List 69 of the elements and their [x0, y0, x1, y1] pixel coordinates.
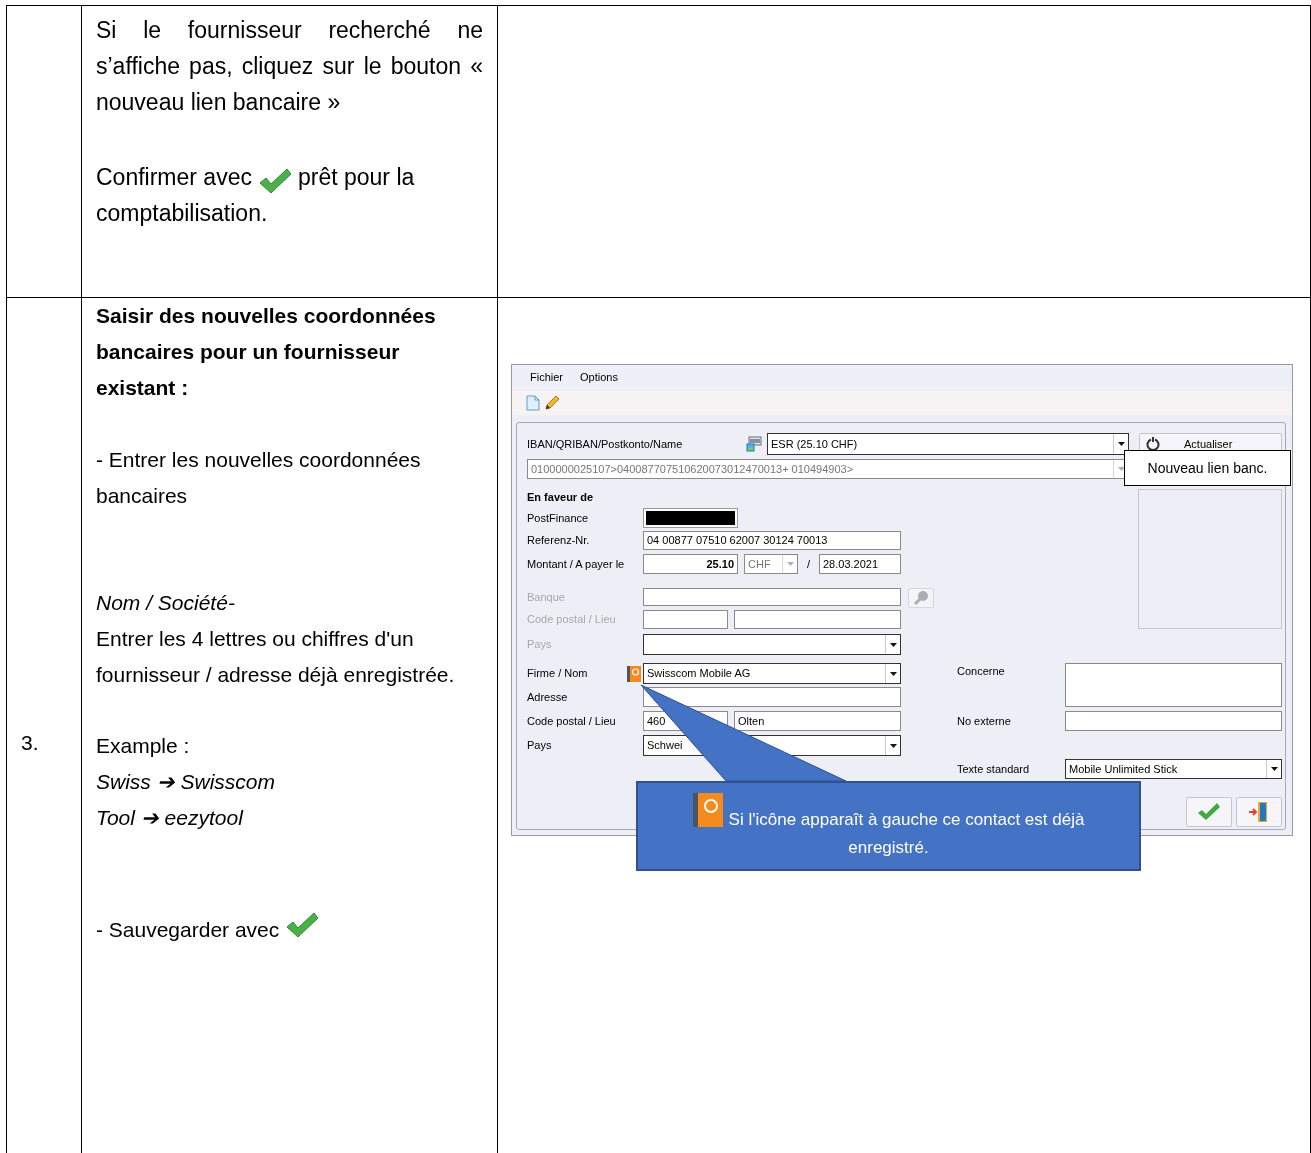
dropdown-field[interactable]: [643, 634, 901, 655]
instruction-text: - Sauvegarder avec: [96, 918, 281, 941]
exit-button[interactable]: [1236, 797, 1282, 827]
instruction-text: Entrer les 4 lettres ou chiffres d'un fournisseur / adresse déjà enregistrée.: [96, 626, 456, 688]
section-title: En faveur de: [527, 489, 595, 505]
callout-text: Si l'icône apparaît à gauche ce contact est déjà enregistré.: [728, 810, 1085, 857]
field-label: Pays: [527, 738, 553, 753]
field-label-text: Nom / Société-: [96, 590, 236, 616]
search-icon: [913, 590, 929, 606]
instruction-text: prêt pour la: [297, 163, 415, 192]
confirm-button[interactable]: [1186, 797, 1232, 827]
input-field[interactable]: Olten: [734, 711, 901, 731]
separator-text: /: [805, 558, 812, 570]
step-number: 3.: [21, 729, 39, 756]
caret-icon: [889, 743, 897, 748]
input-field[interactable]: [643, 588, 901, 606]
check-icon: [285, 911, 320, 939]
field-label: IBAN/QRIBAN/Postkonto/Name: [527, 438, 684, 450]
field-label: PostFinance: [527, 510, 590, 526]
step-heading: Saisir des nouvelles coordonnées bancaires pour un fournisseur existant :: [96, 303, 437, 401]
check-icon: [1197, 802, 1221, 822]
caret-icon: [889, 671, 897, 676]
door-icon: [1248, 801, 1270, 823]
caret-icon: [1270, 767, 1278, 771]
field-label: Pays: [527, 637, 553, 652]
caret-icon: [889, 642, 897, 647]
field-label: Adresse: [527, 689, 569, 705]
dropdown-field[interactable]: ESR (25.10 CHF): [767, 433, 1129, 455]
instruction-text: comptabilisation.: [96, 199, 268, 228]
input-field[interactable]: 04 00877 07510 62007 30124 70013: [643, 531, 901, 550]
tooltip: Nouveau lien banc.: [1124, 450, 1291, 486]
field-label: Montant / A payer le: [527, 556, 626, 572]
contact-book-icon: [627, 665, 641, 682]
field-label: Code postal / Lieu: [527, 713, 617, 729]
field-label: Banque: [527, 589, 566, 605]
input-field[interactable]: [1065, 711, 1282, 731]
field-label: Code postal / Lieu: [527, 612, 617, 627]
example-text: Tool ➔ eezytool: [96, 805, 245, 831]
instruction-text: Si le fournisseur recherché ne s’affiche pas, cliquez sur le bouton « nouveau lien bancaire »: [96, 16, 483, 117]
caret-icon: [1117, 442, 1125, 446]
menu-item[interactable]: Fichier: [530, 371, 563, 383]
document-icon: [526, 395, 540, 411]
caret-icon: [786, 562, 794, 566]
field-label: Firme / Nom: [527, 668, 588, 679]
example-label: Example :: [96, 733, 191, 759]
currency-dropdown[interactable]: CHF: [744, 554, 798, 574]
refresh-icon: [1146, 437, 1160, 451]
field-label: Concerne: [957, 664, 1006, 679]
field-label: Referenz-Nr.: [527, 533, 591, 548]
input-field[interactable]: [643, 687, 901, 707]
contact-book-icon: [692, 793, 723, 827]
amount-field[interactable]: 25.10: [643, 554, 738, 574]
search-button[interactable]: [908, 588, 934, 608]
input-field[interactable]: [734, 610, 901, 629]
menu-item[interactable]: Options: [580, 371, 618, 383]
field-label: Texte standard: [957, 761, 1031, 777]
input-field[interactable]: [643, 610, 728, 629]
instruction-text: - Entrer les nouvelles coordonnées bancaires: [96, 447, 422, 509]
caret-icon: [1117, 467, 1125, 471]
reader-icon: [746, 436, 762, 452]
check-icon: [257, 167, 292, 195]
dropdown-field[interactable]: Mobile Unlimited Stick: [1065, 759, 1282, 779]
example-text: Swiss ➔ Swisscom: [96, 769, 277, 795]
field-label: No externe: [957, 713, 1012, 729]
dropdown-field[interactable]: Swisscom Mobile AG: [643, 663, 901, 684]
date-field[interactable]: 28.03.2021: [819, 554, 901, 574]
pencil-icon: [544, 395, 560, 411]
instruction-text: Confirmer avec: [96, 163, 252, 192]
text-area[interactable]: [1065, 663, 1282, 707]
